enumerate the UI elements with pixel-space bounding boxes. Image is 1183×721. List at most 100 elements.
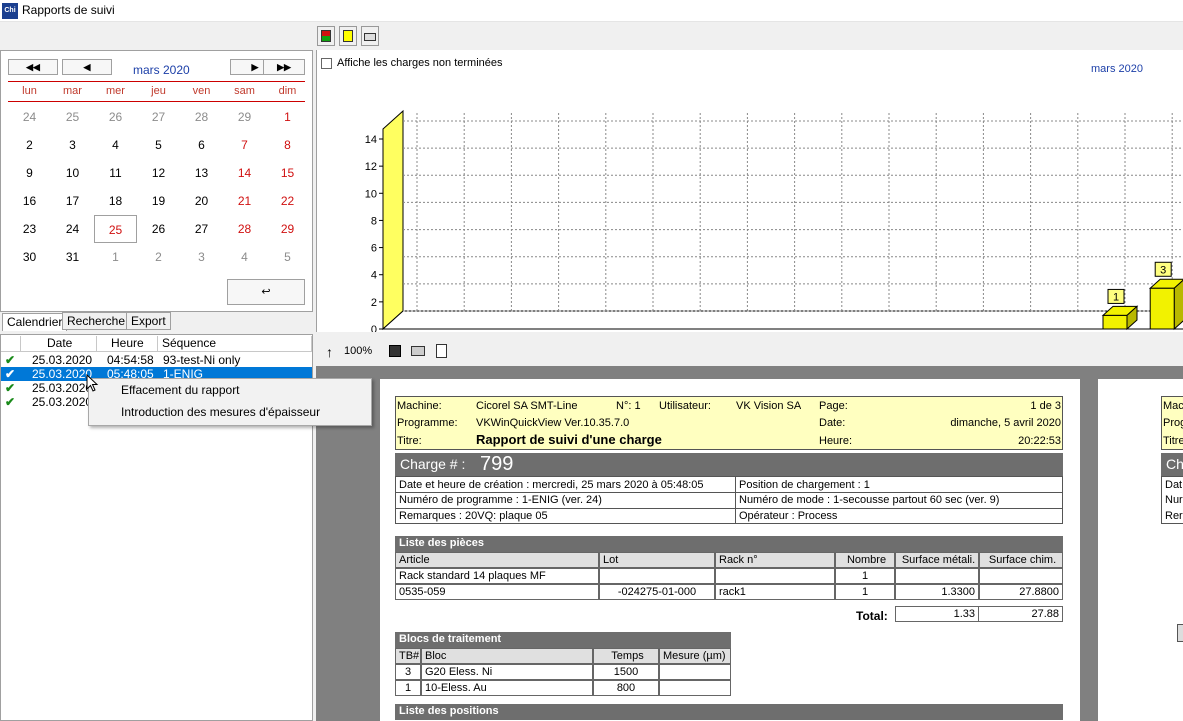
calendar-day[interactable]: 6 (180, 131, 223, 159)
calendar-day[interactable]: 19 (137, 187, 180, 215)
report-toolbar: ↑ 100% (316, 336, 1183, 366)
calendar-day[interactable]: 9 (8, 159, 51, 187)
y-tick-label: 2 (371, 297, 377, 309)
calendar-day[interactable]: 15 (266, 159, 309, 187)
calendar-day[interactable]: 24 (51, 215, 94, 243)
calendar-day[interactable]: 8 (266, 131, 309, 159)
list-header-sequence[interactable]: Séquence (158, 336, 312, 352)
calendar-day[interactable]: 16 (8, 187, 51, 215)
calendar-day[interactable]: 5 (137, 131, 180, 159)
calendar-day[interactable]: 11 (94, 159, 137, 187)
table-cell: 10-Eless. Au (421, 680, 593, 696)
zoom-level[interactable]: 100% (344, 345, 372, 357)
page-icon[interactable] (436, 344, 447, 358)
list-header-check[interactable] (1, 336, 21, 352)
calendar-day[interactable]: 4 (223, 243, 266, 271)
print-icon[interactable] (411, 346, 425, 356)
tab-export[interactable]: Export (126, 312, 171, 330)
mode-number: Numéro de mode : 1-secousse partout 60 s… (739, 494, 1000, 506)
menu-item-thickness-measures[interactable]: Introduction des mesures d'épaisseur (121, 404, 320, 420)
calendar-day[interactable]: 17 (51, 187, 94, 215)
calendar-day[interactable]: 2 (137, 243, 180, 271)
return-today-button[interactable]: ↩ (227, 279, 305, 305)
prev-month-button[interactable]: ◀ (62, 59, 112, 75)
page2-box (1177, 624, 1183, 642)
table-cell (659, 664, 731, 680)
calendar-day[interactable]: 30 (8, 243, 51, 271)
data-label: 3 (1160, 264, 1166, 276)
user-label: Utilisateur: (659, 400, 711, 412)
calendar-day[interactable]: 2 (8, 131, 51, 159)
table-cell: 27.8800 (979, 584, 1063, 600)
calendar-day[interactable]: 26 (94, 103, 137, 131)
calendar-day[interactable]: 24 (8, 103, 51, 131)
save-icon[interactable] (389, 345, 401, 357)
program-number: Numéro de programme : 1-ENIG (ver. 24) (399, 494, 602, 506)
row-date: 25.03.2020 (32, 395, 93, 409)
calendar-day[interactable]: 25 (94, 215, 137, 243)
calendar-day[interactable]: 10 (51, 159, 94, 187)
calendar-day[interactable]: 13 (180, 159, 223, 187)
calendar-day[interactable]: 25 (51, 103, 94, 131)
calendar-day[interactable]: 5 (266, 243, 309, 271)
printer-icon[interactable] (361, 26, 379, 46)
weekday-lun: lun (22, 85, 37, 97)
yellow-icon[interactable] (339, 26, 357, 46)
table-cell (659, 680, 731, 696)
charges-bar-chart: 02468101214123456789101112131415161173 (365, 109, 1183, 332)
calendar-day[interactable]: 29 (266, 215, 309, 243)
list-item[interactable]: ✔ 25.03.2020 04:54:58 93-test-Ni only (1, 353, 312, 367)
table-cell (599, 568, 715, 584)
list-header-time[interactable]: Heure (97, 336, 158, 352)
operator: Opérateur : Process (739, 510, 838, 522)
title-label: Titre: (397, 435, 422, 447)
date-value: dimanche, 5 avril 2020 (950, 417, 1061, 429)
check-icon: ✔ (5, 353, 16, 367)
calendar-day[interactable]: 23 (8, 215, 51, 243)
calendar-day[interactable]: 1 (94, 243, 137, 271)
calendar-day[interactable]: 26 (137, 215, 180, 243)
calendar-day[interactable]: 4 (94, 131, 137, 159)
table-header: TB# (395, 648, 421, 664)
calendar-day[interactable]: 31 (51, 243, 94, 271)
data-label: 1 (1113, 291, 1119, 303)
calendar-day[interactable]: 28 (180, 103, 223, 131)
calendar-day[interactable]: 3 (180, 243, 223, 271)
calendar-day[interactable]: 1 (266, 103, 309, 131)
calendar-day[interactable]: 29 (223, 103, 266, 131)
calendar-day[interactable]: 12 (137, 159, 180, 187)
machine-value: Cicorel SA SMT-Line (476, 400, 578, 412)
user-value: VK Vision SA (736, 400, 802, 412)
calendar-day[interactable]: 18 (94, 187, 137, 215)
charge-number: 799 (480, 453, 514, 475)
table-header: Surface métali. (895, 552, 979, 568)
date-label: Date: (819, 417, 846, 429)
table-cell: 1 (835, 584, 895, 600)
calendar-day[interactable]: 7 (223, 131, 266, 159)
calendar-day[interactable]: 27 (137, 103, 180, 131)
tab-recherche[interactable]: Recherche (62, 312, 131, 330)
title-bar: Chi Rapports de suivi (0, 0, 1183, 22)
calendar-day[interactable]: 3 (51, 131, 94, 159)
calendar-day[interactable]: 20 (180, 187, 223, 215)
table-cell: 3 (395, 664, 421, 680)
calendar-day[interactable]: 27 (180, 215, 223, 243)
show-unfinished-checkbox[interactable] (321, 58, 332, 69)
calendar-day[interactable]: 22 (266, 187, 309, 215)
weekday-row: lun mar mer jeu ven sam dim (8, 85, 309, 97)
row-time: 04:54:58 (107, 353, 154, 367)
calendar-day[interactable]: 28 (223, 215, 266, 243)
window-title: Rapports de suivi (22, 3, 115, 17)
program-value: VKWinQuickView Ver.10.35.7.0 (476, 417, 630, 429)
next-year-button[interactable]: ▶▶ (263, 59, 305, 75)
zoom-icon[interactable]: ↑ (326, 344, 333, 360)
red-green-icon[interactable] (317, 26, 335, 46)
menu-item-delete-report[interactable]: Effacement du rapport (121, 382, 240, 398)
calendar-day[interactable]: 14 (223, 159, 266, 187)
calendar: ◀◀ ◀ mars 2020 ▶ ▶▶ lun mar mer jeu ven sam di… (0, 50, 313, 312)
calendar-day[interactable]: 21 (223, 187, 266, 215)
total-chem: 27.88 (978, 606, 1063, 622)
prev-year-button[interactable]: ◀◀ (8, 59, 58, 75)
list-header-date[interactable]: Date (21, 336, 97, 352)
tab-calendrier[interactable]: Calendrier (2, 313, 68, 331)
